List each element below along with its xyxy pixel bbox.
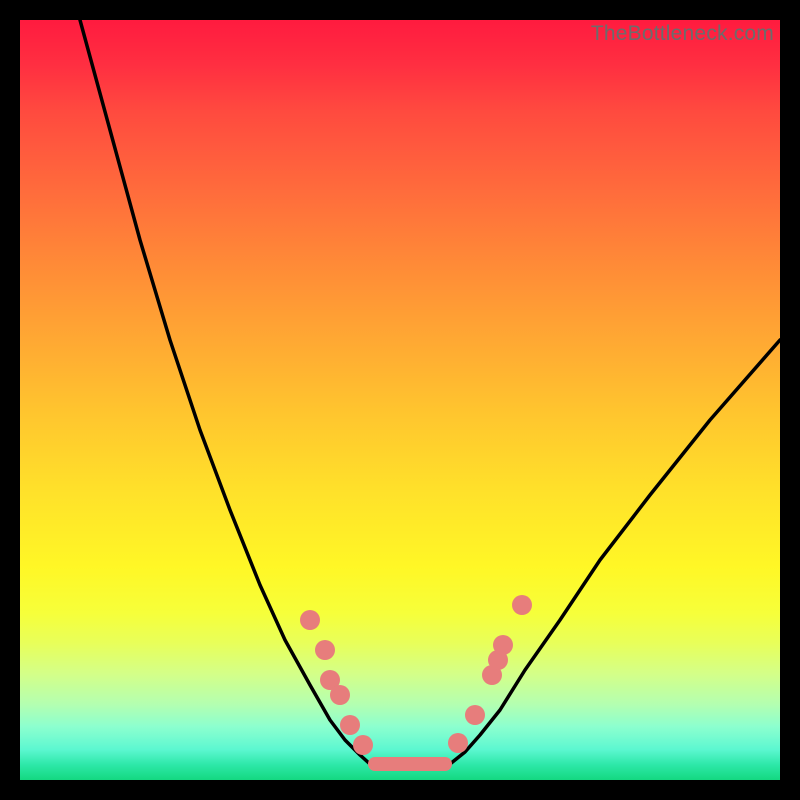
left-dot-4 — [330, 685, 350, 705]
marker-dots-group — [300, 595, 532, 755]
plot-frame: TheBottleneck.com — [20, 20, 780, 780]
left-dot-5 — [340, 715, 360, 735]
left-dot-6 — [353, 735, 373, 755]
left-dot-1 — [300, 610, 320, 630]
right-curve-path — [450, 340, 780, 764]
right-dot-5 — [493, 635, 513, 655]
left-dot-2 — [315, 640, 335, 660]
right-dot-6 — [512, 595, 532, 615]
right-dot-2 — [465, 705, 485, 725]
right-dot-1 — [448, 733, 468, 753]
chart-overlay — [20, 20, 780, 780]
